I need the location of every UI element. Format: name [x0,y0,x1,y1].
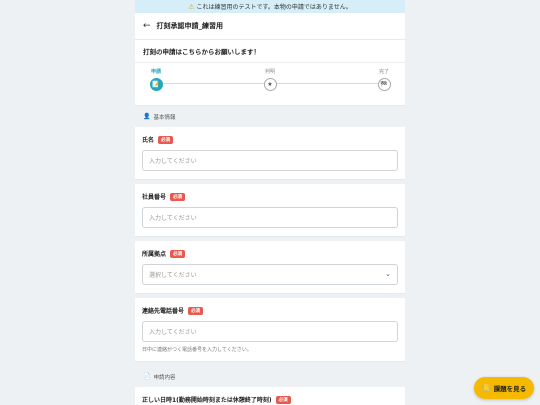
form-title: 打刻承認申請_練習用 [156,22,224,30]
step-judge: 判明 ★ [250,68,290,91]
field-phone-label: 連絡先電話番号 [142,308,185,315]
field-employee-id-label: 社員番号 [142,194,167,201]
person-icon: 👤 [143,113,151,120]
back-arrow-icon[interactable]: ← [143,21,151,31]
form-header: ← 打刻承認申請_練習用 [135,13,405,40]
document-icon: 📄 [143,373,151,380]
name-input[interactable]: 入力してください [142,150,398,171]
section-basic-info: 👤 基本情報 [135,106,405,127]
form-lead-text: 打刻の申請はこちらからお願いします！ [135,40,405,63]
banner-text: これは練習用のテストです。本物の申請ではありません。 [196,4,352,11]
phone-hint: 日中に連絡がつく電話番号を入力してください。 [142,347,252,353]
progress-steps: 申請 📝 判明 ★ 完了 🏁 [135,63,405,105]
office-select-placeholder: 選択してください [149,272,197,279]
field-employee-id-label-row: 社員番号 必須 [142,192,398,201]
star-icon: ★ [263,78,277,91]
field-office: 所属拠点 必須 選択してください ⌄ [135,241,405,294]
view-task-label: 課題を見る [493,385,527,393]
warning-icon: ⚠ [188,2,195,11]
step-apply-label: 申請 [150,69,161,75]
view-task-button[interactable]: 📒 課題を見る [474,377,534,399]
section-request-label: 申請内容 [153,374,176,381]
memo-icon: 📝 [149,78,163,91]
practice-banner: ⚠ これは練習用のテストです。本物の申請ではありません。 [135,0,405,13]
field-name-label: 氏名 [142,137,155,144]
step-judge-label: 判明 [264,69,275,75]
required-badge: 必須 [170,249,186,258]
required-badge: 必須 [275,395,291,404]
step-apply: 申請 📝 [136,68,176,91]
field-name: 氏名 必須 入力してください [135,127,405,180]
step-done-label: 完了 [378,69,389,75]
required-badge: 必須 [188,306,204,315]
field-datetime-1: 正しい日時1(勤務開始時刻または休憩終了時刻) 必須 [135,387,405,405]
field-employee-id: 社員番号 必須 入力してください [135,184,405,237]
form-header-card: ← 打刻承認申請_練習用 打刻の申請はこちらからお願いします！ 申請 📝 判明 … [135,13,405,106]
office-select[interactable]: 選択してください ⌄ [142,264,398,285]
required-badge: 必須 [158,135,174,144]
required-badge: 必須 [170,192,186,201]
field-phone-label-row: 連絡先電話番号 必須 [142,306,398,315]
finish-flag-icon: 🏁 [377,78,391,91]
field-office-label: 所属拠点 [142,251,167,258]
field-phone: 連絡先電話番号 必須 入力してください 日中に連絡がつく電話番号を入力してくださ… [135,298,405,362]
field-name-label-row: 氏名 必須 [142,135,398,144]
step-done: 完了 🏁 [364,68,404,91]
chevron-down-icon: ⌄ [385,270,391,278]
section-basic-label: 基本情報 [153,114,176,121]
form-column[interactable]: ← 打刻承認申請_練習用 打刻の申請はこちらからお願いします！ 申請 📝 判明 … [135,13,405,405]
phone-input[interactable]: 入力してください [142,321,398,342]
field-datetime-1-label-row: 正しい日時1(勤務開始時刻または休憩終了時刻) 必須 [142,395,398,404]
employee-id-input[interactable]: 入力してください [142,207,398,228]
field-office-label-row: 所属拠点 必須 [142,249,398,258]
section-request: 📄 申請内容 [135,366,405,387]
book-icon: 📒 [481,384,491,392]
field-datetime-1-label: 正しい日時1(勤務開始時刻または休憩終了時刻) [142,397,272,404]
